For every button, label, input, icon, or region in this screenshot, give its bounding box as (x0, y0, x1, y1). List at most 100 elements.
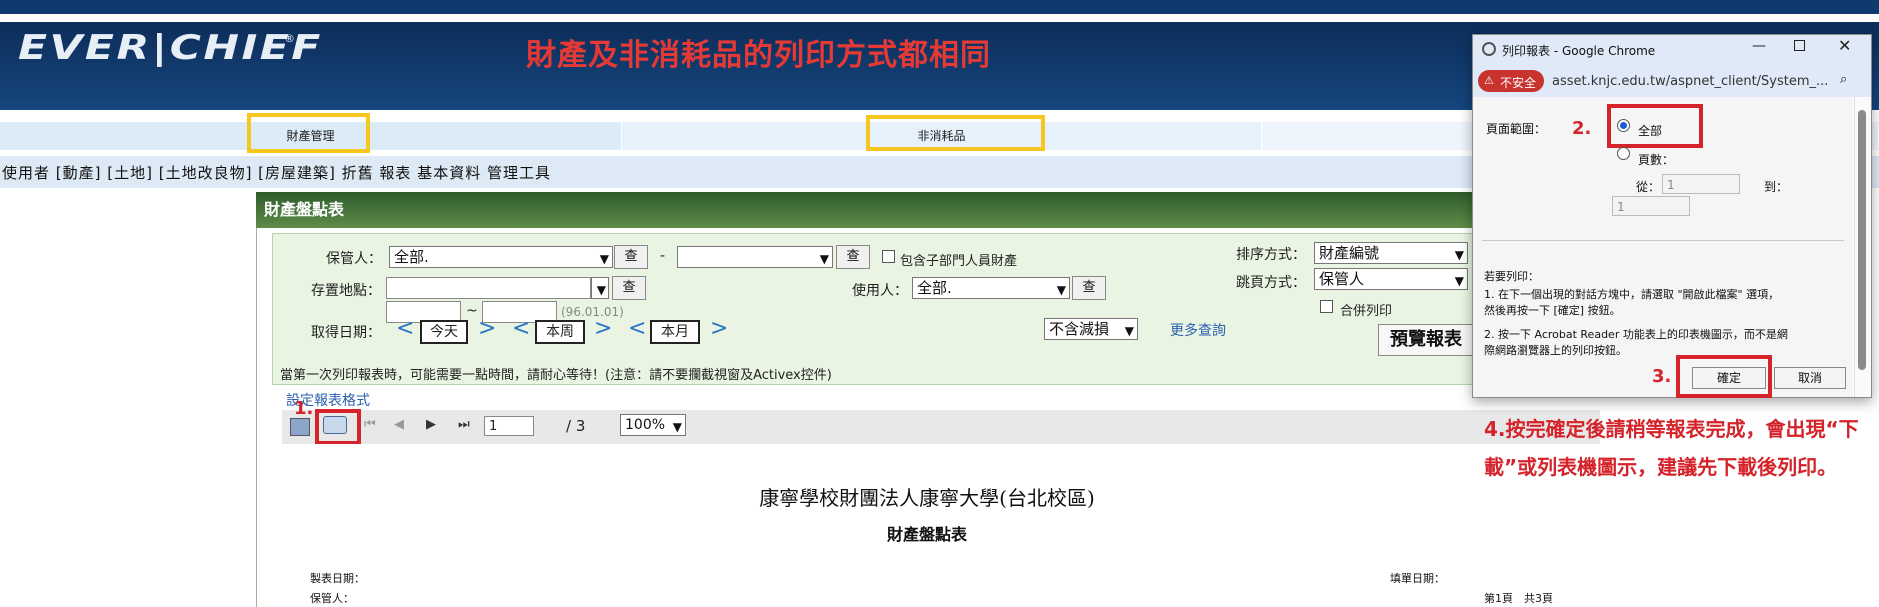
page-number-input[interactable]: 1 (484, 416, 534, 436)
notice-text: 當第一次列印報表時，可能需要一點時間，請耐心等待！(注意：請不要攔截視窗及Act… (280, 368, 832, 383)
prev-page-icon[interactable]: ◀ (394, 417, 404, 432)
user-select[interactable]: 全部. ▼ (912, 277, 1070, 299)
maximize-icon[interactable] (1794, 40, 1805, 51)
insecure-label: 不安全 (1500, 76, 1537, 90)
cancel-button[interactable]: 取消 (1774, 367, 1846, 389)
dialog-scroll-thumb[interactable] (1858, 110, 1866, 370)
highlight-ok-button (1676, 355, 1772, 398)
user-label: 使用人： (852, 283, 908, 299)
logo-registered-mark: ® (284, 32, 295, 45)
dialog-divider (1482, 240, 1844, 241)
include-sub-checkbox[interactable] (882, 250, 895, 263)
report-fill-date-label: 填單日期： (1390, 572, 1445, 585)
keeper-to-query-button[interactable]: 查 (836, 245, 870, 269)
chevron-down-icon: ▼ (1124, 324, 1134, 338)
highlight-all-pages (1607, 104, 1703, 148)
sort-label: 排序方式： (1236, 247, 1306, 263)
report-keeper-label: 保管人： (310, 592, 354, 605)
chrome-icon (1482, 42, 1496, 56)
user-query-button[interactable]: 查 (1072, 276, 1106, 300)
step3-annotation: 3. (1652, 366, 1672, 387)
from-label: 從： (1636, 180, 1661, 194)
chevron-down-icon: ▼ (1454, 274, 1464, 288)
close-icon[interactable]: ✕ (1838, 36, 1851, 55)
location-label: 存置地點： (311, 283, 381, 299)
month-next-arrow[interactable]: > (710, 318, 728, 340)
location-input[interactable] (386, 277, 591, 299)
chevron-down-icon: ▼ (1454, 248, 1464, 262)
help-title: 若要列印： (1484, 270, 1539, 283)
today-button[interactable]: 今天 (420, 320, 468, 344)
top-bar (0, 0, 1879, 14)
week-prev-arrow[interactable]: < (512, 318, 530, 340)
page-range-label: 頁面範圍： (1486, 122, 1547, 136)
exclude-loss-select[interactable]: 不含減損 ▼ (1044, 318, 1138, 340)
keeper-label: 保管人： (326, 251, 382, 267)
preview-report-button[interactable]: 預覽報表 (1378, 324, 1474, 356)
main-menu-items[interactable]: 使用者 [動產] [土地] [土地改良物] [房屋建築] 折舊 報表 基本資料 … (2, 162, 551, 183)
next-page-icon[interactable]: ▶ (426, 417, 436, 432)
today-prev-arrow[interactable]: < (396, 318, 414, 340)
sort-select-value: 財產編號 (1319, 244, 1380, 262)
highlight-print-button (315, 409, 361, 445)
page-jump-select[interactable]: 保管人 ▼ (1314, 268, 1468, 290)
top-stripe (0, 14, 1879, 22)
minimize-icon[interactable]: — (1752, 38, 1766, 54)
date-tilde: ~ (466, 303, 478, 319)
dash-separator: - (660, 248, 666, 264)
zoom-select[interactable]: 100% ▼ (620, 414, 686, 436)
acquire-date-label: 取得日期： (311, 325, 381, 341)
user-select-value: 全部. (917, 279, 952, 297)
exclude-loss-value: 不含減損 (1049, 320, 1110, 338)
location-dropdown[interactable]: ▼ (591, 277, 609, 299)
keeper-select-value: 全部. (394, 248, 429, 266)
last-page-icon[interactable]: ⏭ (458, 417, 470, 432)
keeper-query-button[interactable]: 查 (614, 245, 648, 269)
zoom-select-value: 100% (625, 417, 666, 433)
today-next-arrow[interactable]: > (478, 318, 496, 340)
first-page-icon[interactable]: ⏮ (364, 417, 376, 432)
month-prev-arrow[interactable]: < (628, 318, 646, 340)
sort-select[interactable]: 財產編號 ▼ (1314, 242, 1468, 264)
keeper-to-select[interactable]: ▼ (677, 246, 833, 268)
everchief-logo: EVER|CHIEF (18, 28, 323, 68)
this-month-button[interactable]: 本月 (650, 320, 700, 344)
date-hint: (96.01.01) (561, 305, 624, 319)
location-query-button[interactable]: 查 (612, 276, 646, 300)
more-query-link[interactable]: 更多查詢 (1170, 320, 1226, 340)
to-input[interactable]: 1 (1612, 196, 1690, 216)
chevron-down-icon: ▼ (819, 252, 829, 266)
help-step-1b: 然後再按一下 [確定] 按鈕。 (1484, 304, 1621, 317)
page-count-label: 頁數： (1638, 153, 1675, 167)
export-icon[interactable] (290, 418, 310, 436)
to-label: 到： (1764, 180, 1789, 194)
help-step-2a: 2. 按一下 Acrobat Reader 功能表上的印表機圖示，而不是網 (1484, 328, 1788, 341)
zoom-icon[interactable]: ⌕ (1840, 72, 1847, 87)
chevron-down-icon: ▼ (672, 420, 682, 434)
headline-annotation: 財產及非消耗品的列印方式都相同 (526, 38, 991, 73)
report-page-info: 第1頁 共3頁 (1484, 592, 1553, 605)
step4-note: 4.按完確定後請稍等報表完成，會出現“下載”或列表機圖示，建議先下載後列印。 (1484, 417, 1859, 479)
panel-title: 財產盤點表 (256, 192, 1616, 228)
from-input[interactable]: 1 (1662, 174, 1740, 194)
week-next-arrow[interactable]: > (594, 318, 612, 340)
report-made-date-label: 製表日期： (310, 572, 365, 585)
highlight-non-consumable-tab (866, 115, 1045, 151)
warning-icon: ⚠ (1484, 74, 1494, 87)
chevron-down-icon: ▼ (1056, 283, 1066, 297)
include-sub-label: 包含子部門人員財產 (900, 254, 1018, 269)
step2-annotation: 2. (1572, 118, 1592, 139)
viewer-toolbar (282, 410, 1600, 444)
highlight-property-tab (247, 113, 370, 153)
page-jump-label: 跳頁方式： (1236, 275, 1306, 291)
chevron-down-icon: ▼ (599, 252, 609, 266)
step1-annotation: 1. (294, 398, 314, 419)
merge-print-label: 合併列印 (1340, 304, 1393, 319)
page-jump-select-value: 保管人 (1319, 270, 1365, 288)
this-week-button[interactable]: 本周 (535, 320, 585, 344)
report-title: 康寧學校財團法人康寧大學(台北校區) (759, 486, 1095, 510)
merge-print-checkbox[interactable] (1320, 300, 1333, 313)
radio-page-count[interactable] (1617, 147, 1630, 160)
keeper-select[interactable]: 全部. ▼ (389, 246, 613, 268)
page-total: / 3 (566, 417, 586, 435)
